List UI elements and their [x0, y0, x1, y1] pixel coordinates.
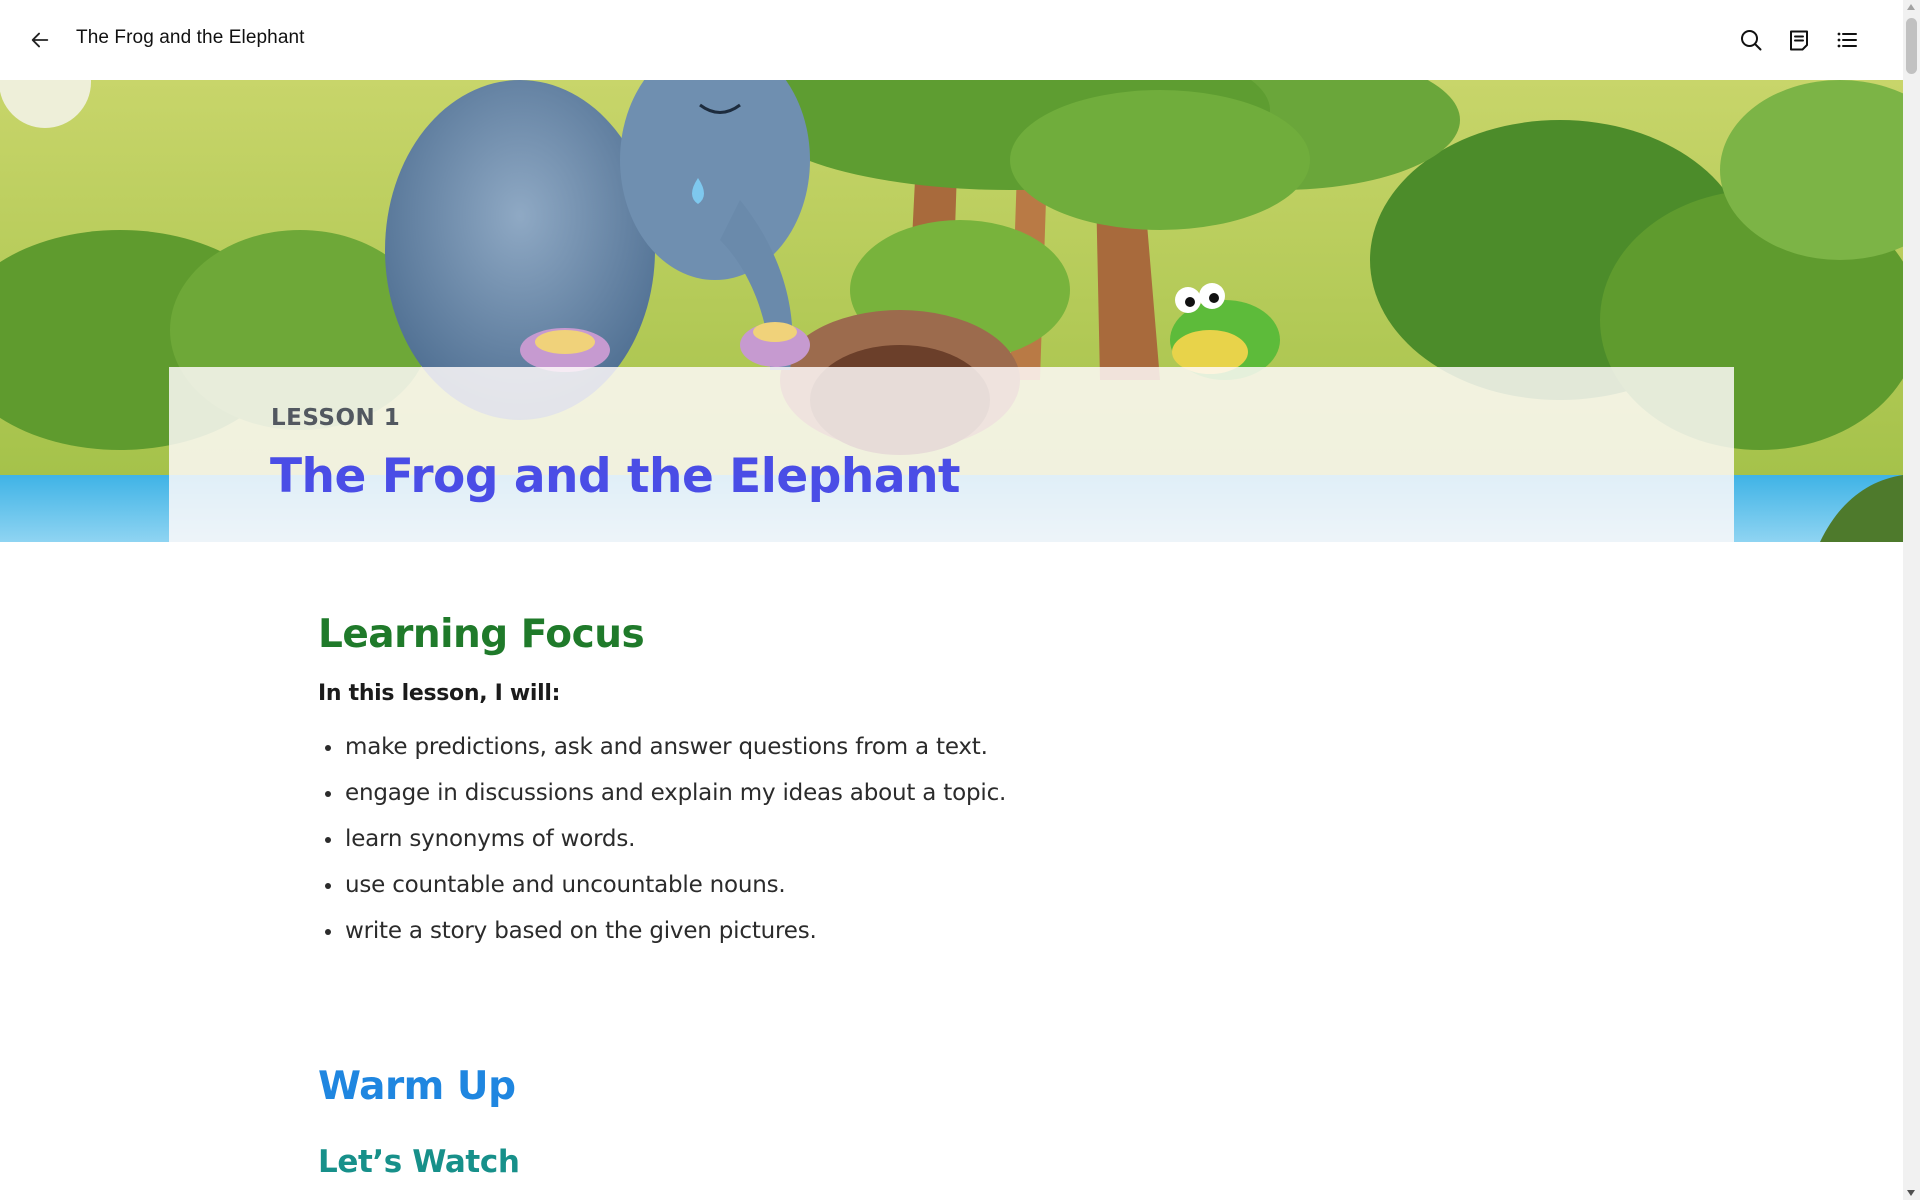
scroll-thumb[interactable] [1906, 18, 1917, 74]
lesson-number: LESSON 1 [271, 405, 401, 431]
lets-watch-heading: Let’s Watch [318, 1144, 520, 1180]
app-bar: The Frog and the Elephant [0, 0, 1903, 80]
back-button[interactable] [24, 24, 56, 56]
warm-up-heading: Warm Up [318, 1064, 516, 1109]
list-item: use countable and uncountable nouns. [318, 870, 1618, 916]
list-item: make predictions, ask and answer questio… [318, 732, 1618, 778]
contents-button[interactable] [1829, 22, 1865, 58]
toolbar-actions [1733, 22, 1865, 58]
search-button[interactable] [1733, 22, 1769, 58]
learning-focus-heading: Learning Focus [318, 612, 645, 657]
learning-goals-list: make predictions, ask and answer questio… [318, 732, 1618, 962]
lesson-title: The Frog and the Elephant [270, 449, 961, 504]
learning-focus-intro: In this lesson, I will: [318, 681, 561, 706]
list-item: learn synonyms of words. [318, 824, 1618, 870]
list-item: engage in discussions and explain my ide… [318, 778, 1618, 824]
search-icon [1741, 30, 1762, 51]
notes-icon [1790, 30, 1808, 51]
list-icon [1837, 32, 1857, 48]
app-title: The Frog and the Elephant [76, 27, 305, 48]
lesson-content: Learning Focus In this lesson, I will: m… [318, 612, 1618, 1180]
list-item: write a story based on the given picture… [318, 916, 1618, 962]
notes-button[interactable] [1781, 22, 1817, 58]
scroll-up-arrow[interactable] [1907, 4, 1915, 10]
lesson-title-card: LESSON 1 The Frog and the Elephant [169, 367, 1734, 542]
scroll-down-arrow[interactable] [1907, 1190, 1915, 1196]
vertical-scrollbar[interactable] [1903, 0, 1920, 1200]
arrow-left-icon [31, 32, 49, 48]
hero-banner: LESSON 1 The Frog and the Elephant [0, 80, 1903, 542]
